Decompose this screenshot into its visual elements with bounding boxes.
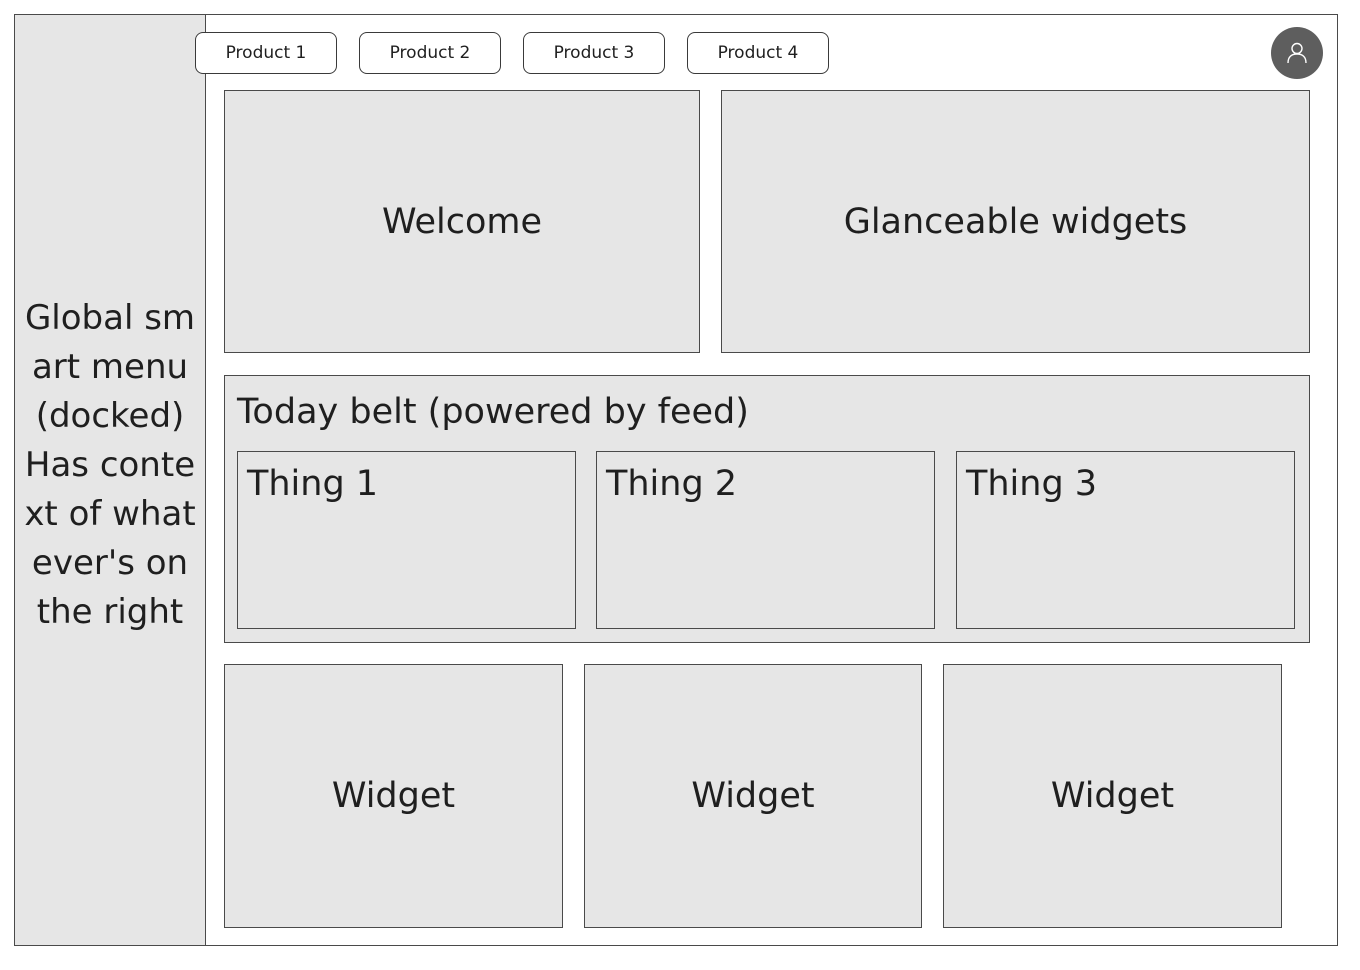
welcome-panel: Welcome: [224, 90, 700, 353]
widget-label: Widget: [331, 776, 456, 816]
tab-product-3[interactable]: Product 3: [523, 32, 665, 74]
tab-product-1[interactable]: Product 1: [195, 32, 337, 74]
today-belt: Today belt (powered by feed) Thing 1 Thi…: [224, 375, 1310, 643]
glanceable-widgets-panel: Glanceable widgets: [721, 90, 1310, 353]
widget-label: Widget: [691, 776, 815, 816]
tab-product-2[interactable]: Product 2: [359, 32, 501, 74]
thing-label: Thing 3: [966, 464, 1098, 504]
sidebar-description: Global smart menu (docked) Has context o…: [24, 297, 196, 632]
avatar[interactable]: [1271, 27, 1323, 79]
global-smart-menu[interactable]: Global smart menu (docked) Has context o…: [15, 15, 206, 945]
thing-label: Thing 1: [247, 464, 379, 504]
tab-product-4[interactable]: Product 4: [687, 32, 829, 74]
today-belt-title: Today belt (powered by feed): [237, 392, 749, 432]
glanceable-widgets-label: Glanceable widgets: [843, 201, 1188, 242]
thing-card-2[interactable]: Thing 2: [596, 451, 935, 629]
widget-1[interactable]: Widget: [224, 664, 563, 928]
thing-label: Thing 2: [606, 464, 738, 504]
thing-card-1[interactable]: Thing 1: [237, 451, 576, 629]
user-icon: [1287, 42, 1307, 64]
thing-card-3[interactable]: Thing 3: [956, 451, 1295, 629]
widget-2[interactable]: Widget: [584, 664, 922, 928]
widget-label: Widget: [1050, 776, 1175, 816]
widget-3[interactable]: Widget: [943, 664, 1282, 928]
welcome-label: Welcome: [381, 201, 543, 242]
